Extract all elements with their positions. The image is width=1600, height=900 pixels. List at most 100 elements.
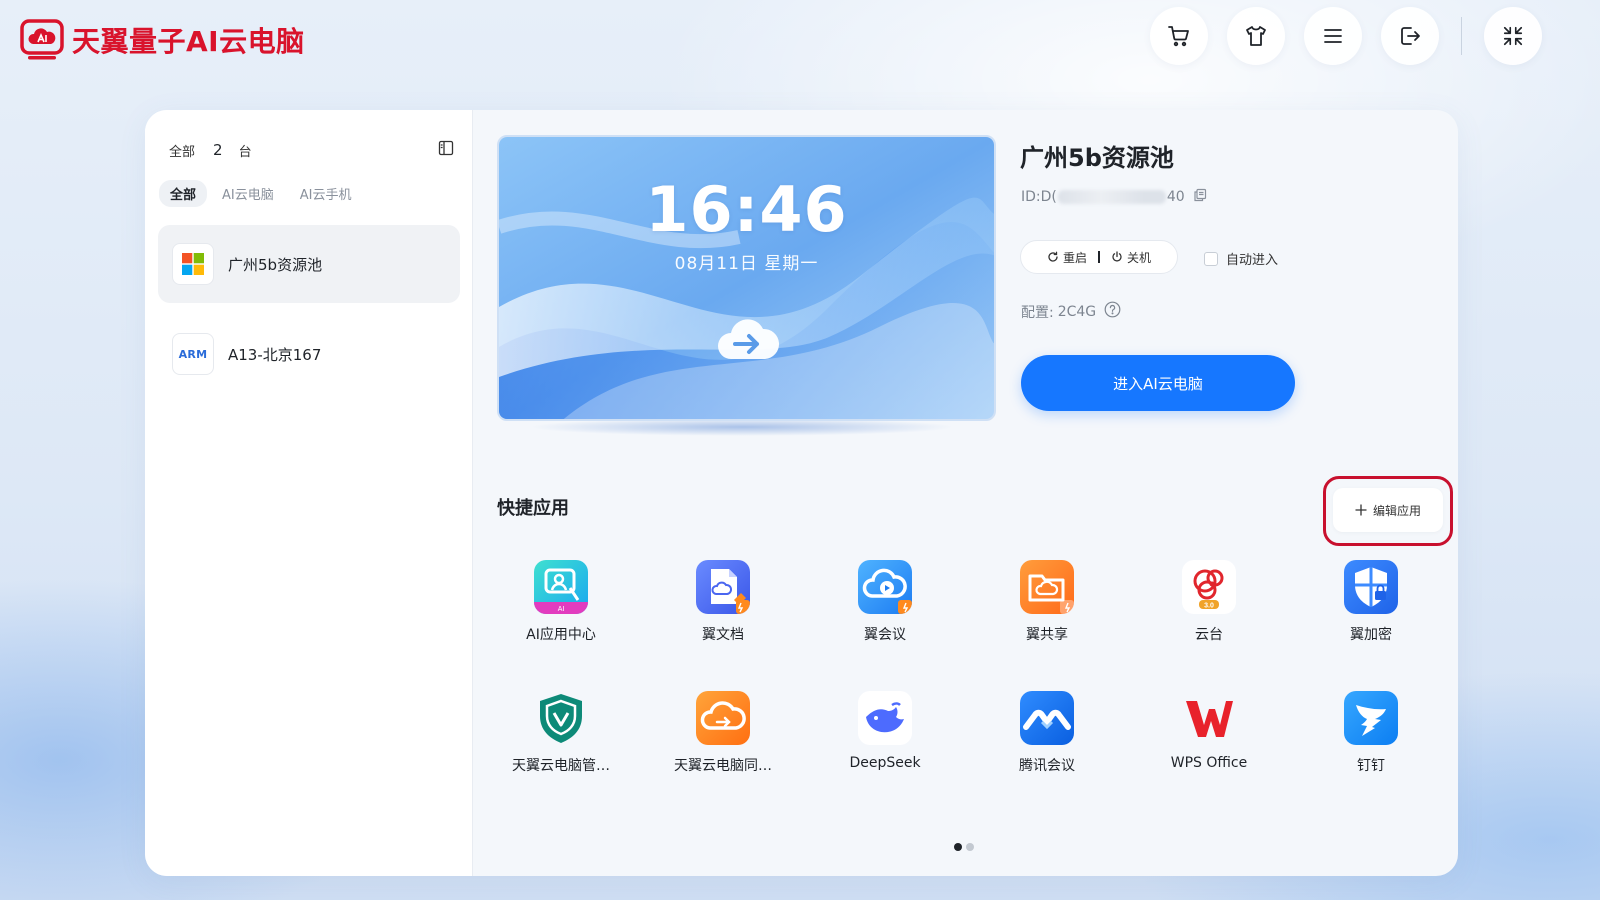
theme-button[interactable]	[1227, 7, 1285, 65]
yi-doc-icon	[696, 560, 750, 614]
device-id: ID: D( 40	[1021, 188, 1207, 206]
svg-text:3.0: 3.0	[1204, 603, 1214, 610]
app-label: 钉钉	[1357, 758, 1385, 774]
app-yuntai[interactable]: 3.0 云台	[1144, 560, 1274, 644]
app-tencent-meeting[interactable]: 腾讯会议	[982, 691, 1112, 775]
page-dot-2[interactable]	[966, 843, 974, 851]
tianyi-cloud-logo-icon	[20, 19, 64, 61]
app-yi-share[interactable]: 翼共享	[982, 560, 1112, 644]
config-value: 2C4G	[1057, 303, 1097, 320]
preview-clock: 16:46	[645, 173, 848, 246]
app-yi-encrypt[interactable]: 翼加密	[1306, 560, 1436, 644]
app-label: 天翼云电脑管…	[512, 758, 610, 774]
config-help-button[interactable]	[1104, 301, 1121, 322]
cart-icon	[1168, 26, 1189, 47]
app-ai-center[interactable]: AI AI应用中心	[496, 560, 626, 644]
restart-button[interactable]: 重启	[1041, 249, 1093, 266]
id-suffix: 40	[1166, 189, 1185, 205]
auto-enter-checkbox[interactable]	[1204, 251, 1218, 266]
toolbar-divider	[1461, 17, 1462, 55]
id-prefix: D(	[1040, 189, 1057, 205]
all-label: 全部	[169, 144, 196, 160]
device-count-header: 全部 2 台	[169, 138, 454, 162]
copy-id-button[interactable]	[1193, 188, 1207, 206]
collapse-sidebar-button[interactable]	[438, 140, 454, 160]
app-dingtalk[interactable]: 钉钉	[1306, 691, 1436, 775]
shutdown-label: 关机	[1127, 250, 1152, 265]
restart-label: 重启	[1062, 250, 1087, 265]
shutdown-button[interactable]: 关机	[1105, 249, 1157, 266]
app-label: 云台	[1195, 627, 1223, 643]
app-label: 天翼云电脑同…	[674, 758, 772, 774]
edit-apps-label: 编辑应用	[1372, 503, 1421, 518]
app-label: 腾讯会议	[1019, 758, 1075, 774]
app-label: 翼文档	[702, 627, 744, 643]
id-label: ID:	[1021, 189, 1041, 205]
arm-label: ARM	[178, 347, 208, 361]
cloud-arrow-icon	[718, 319, 780, 359]
power-controls: 重启 关机	[1020, 240, 1178, 274]
app-label: 翼共享	[1026, 627, 1068, 643]
auto-enter-toggle[interactable]: 自动进入	[1204, 249, 1278, 268]
device-sidebar: 全部 2 台 全部 AI云电脑 AI云手机 广州5b资源池 ARM A13-北京…	[145, 110, 473, 876]
edit-apps-button[interactable]: 编辑应用	[1333, 488, 1443, 532]
ai-app-center-icon: AI	[534, 560, 588, 614]
main-card: 全部 2 台 全部 AI云电脑 AI云手机 广州5b资源池 ARM A13-北京…	[145, 110, 1458, 876]
restart-icon	[1048, 251, 1058, 262]
device-item-guangzhou[interactable]: 广州5b资源池	[158, 225, 460, 303]
device-filter-tabs: 全部 AI云电脑 AI云手机	[159, 180, 366, 207]
device-name: A13-北京167	[228, 345, 322, 364]
windows-icon	[172, 243, 214, 285]
device-name: 广州5b资源池	[228, 255, 323, 274]
app-label: 翼加密	[1350, 627, 1392, 643]
app-label: DeepSeek	[849, 755, 921, 771]
exit-fullscreen-button[interactable]	[1484, 7, 1542, 65]
copy-icon	[1194, 188, 1206, 202]
menu-icon	[1324, 29, 1342, 43]
yi-share-icon	[1020, 560, 1074, 614]
filter-ai-pc[interactable]: AI云电脑	[211, 180, 285, 207]
plus-icon	[1355, 504, 1367, 516]
app-deepseek[interactable]: DeepSeek	[820, 691, 950, 771]
logout-icon	[1401, 27, 1420, 45]
app-pc-manager[interactable]: 天翼云电脑管…	[496, 691, 626, 775]
menu-button[interactable]	[1304, 7, 1362, 65]
dingtalk-icon	[1344, 691, 1398, 745]
app-wps-office[interactable]: WPS Office	[1144, 691, 1274, 771]
app-label: AI应用中心	[526, 627, 596, 643]
logout-button[interactable]	[1381, 7, 1439, 65]
app-yi-meeting[interactable]: 翼会议	[820, 560, 950, 644]
page-dot-1[interactable]	[954, 843, 962, 851]
device-count: 2	[213, 141, 223, 159]
id-redacted	[1057, 190, 1166, 204]
tshirt-icon	[1246, 26, 1266, 46]
shrink-icon	[1503, 26, 1523, 46]
filter-all[interactable]: 全部	[159, 180, 208, 207]
filter-ai-phone[interactable]: AI云手机	[289, 180, 363, 207]
yi-encrypt-icon	[1344, 560, 1398, 614]
enter-ai-pc-button[interactable]: 进入AI云电脑	[1021, 355, 1295, 411]
app-pc-sync[interactable]: 天翼云电脑同…	[658, 691, 788, 775]
yuntai-icon: 3.0	[1182, 560, 1236, 614]
quick-apps-pager	[954, 843, 974, 851]
app-yi-doc[interactable]: 翼文档	[658, 560, 788, 644]
device-item-beijing[interactable]: ARM A13-北京167	[158, 315, 460, 393]
svg-text:AI: AI	[558, 606, 565, 613]
deepseek-whale-icon	[858, 691, 912, 745]
arm-chip-icon: ARM	[172, 333, 214, 375]
config-row: 配置: 2C4G	[1021, 301, 1121, 322]
config-label: 配置:	[1021, 304, 1054, 321]
quick-apps-title: 快捷应用	[497, 498, 569, 519]
brand-logo: 天翼量子AI云电脑	[20, 19, 305, 61]
device-unit: 台	[238, 144, 252, 160]
yi-meeting-icon	[858, 560, 912, 614]
brand-name: 天翼量子AI云电脑	[72, 25, 305, 58]
app-label: 翼会议	[864, 627, 906, 643]
preview-date: 08月11日 星期一	[674, 254, 819, 274]
auto-enter-label: 自动进入	[1226, 253, 1279, 268]
wps-icon	[1182, 691, 1236, 745]
tencent-meeting-icon	[1020, 691, 1074, 745]
top-toolbar	[1150, 7, 1542, 65]
desktop-preview[interactable]: 16:46 08月11日 星期一	[497, 135, 996, 421]
cart-button[interactable]	[1150, 7, 1208, 65]
